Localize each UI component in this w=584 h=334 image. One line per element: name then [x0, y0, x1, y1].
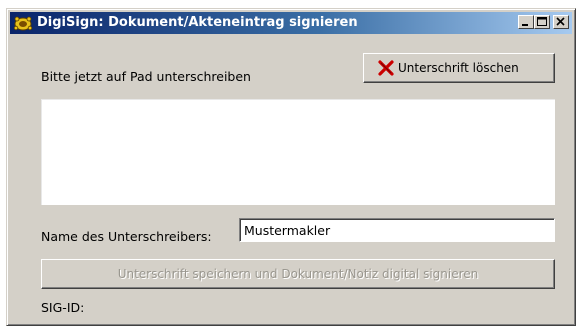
signature-pad[interactable] [41, 99, 555, 205]
close-icon [556, 17, 565, 26]
save-and-sign-button[interactable]: Unterschrift speichern und Dokument/Noti… [41, 259, 555, 289]
maximize-icon [537, 17, 547, 26]
window-title: DigiSign: Dokument/Akteneintrag signiere… [37, 15, 358, 30]
digisign-dialog: DigiSign: Dokument/Akteneintrag signiere… [6, 8, 576, 326]
sign-prompt: Bitte jetzt auf Pad unterschreiben [41, 69, 251, 84]
title-bar[interactable]: DigiSign: Dokument/Akteneintrag signiere… [10, 12, 572, 34]
clear-signature-button[interactable]: Unterschrift löschen [363, 53, 555, 83]
clear-signature-label: Unterschrift löschen [398, 61, 519, 75]
red-x-icon [378, 60, 394, 79]
sig-id-label: SIG-ID: [41, 300, 85, 315]
maximize-button[interactable] [534, 15, 550, 29]
signer-name-label: Name des Unterschreibers: [41, 229, 212, 244]
signer-name-input[interactable] [239, 218, 555, 242]
digisign-app-icon [13, 14, 33, 32]
minimize-button[interactable] [518, 15, 534, 29]
close-button[interactable] [553, 15, 569, 29]
minimize-icon [522, 24, 528, 26]
